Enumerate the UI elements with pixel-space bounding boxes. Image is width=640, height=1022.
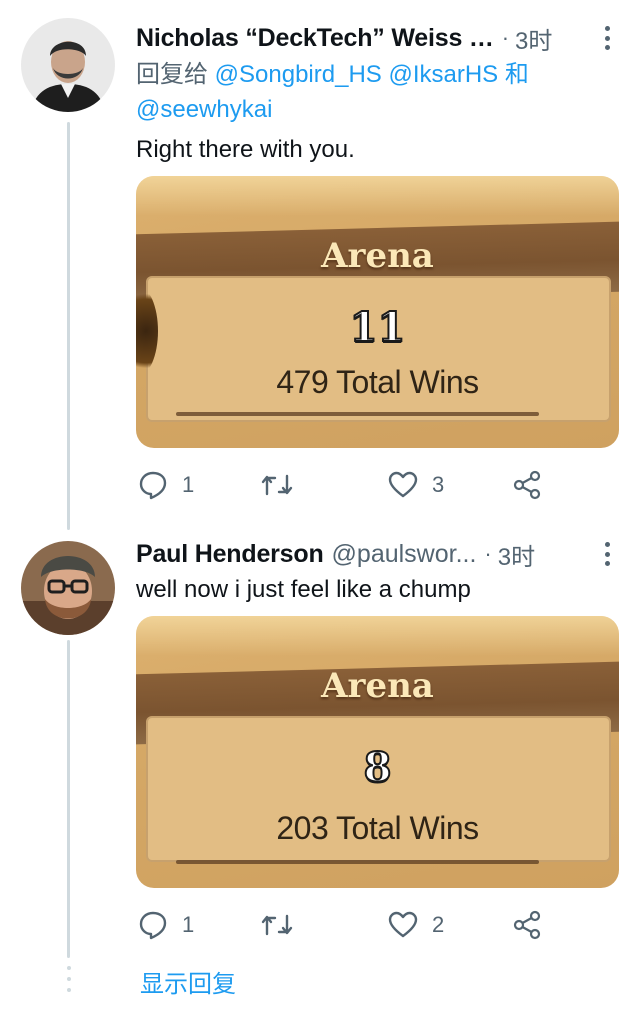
- tweet-text: Right there with you.: [136, 136, 355, 163]
- retweet-button[interactable]: [260, 468, 308, 502]
- separator-dot: ·: [501, 25, 510, 50]
- timestamp[interactable]: 3时: [515, 21, 552, 56]
- reply-icon: [139, 471, 167, 500]
- image-wins-count: 8: [363, 743, 393, 792]
- retweet-button[interactable]: [260, 908, 308, 942]
- thread-continuation-dots: [66, 966, 72, 992]
- user-handle[interactable]: @paulswor...: [332, 540, 477, 569]
- image-title: Arena: [321, 236, 434, 276]
- timestamp[interactable]: 3时: [498, 537, 535, 572]
- share-icon: [513, 910, 541, 940]
- tweet-actions: 1 3: [136, 468, 556, 502]
- reply-context: 回复给 @Songbird_HS @IksarHS 和 @seewhykai: [136, 57, 606, 127]
- like-count: 3: [432, 472, 445, 497]
- image-wins-count: 11: [349, 303, 407, 352]
- show-replies-link[interactable]: 显示回复: [140, 964, 236, 999]
- share-icon: [513, 470, 541, 500]
- avatar[interactable]: [21, 18, 115, 112]
- mention-link[interactable]: @IksarHS: [388, 61, 498, 88]
- image-title: Arena: [321, 666, 434, 706]
- display-name[interactable]: Paul Henderson: [136, 540, 324, 569]
- share-button[interactable]: [512, 908, 542, 942]
- tweet-image[interactable]: Arena 8 203 Total Wins: [136, 616, 619, 888]
- image-highlight: [136, 616, 619, 656]
- tweet-text: well now i just feel like a chump: [136, 576, 471, 603]
- reply-button[interactable]: 1: [138, 908, 194, 942]
- mention-link[interactable]: @Songbird_HS: [215, 61, 382, 88]
- more-vertical-icon[interactable]: [604, 26, 610, 50]
- thread-line-top: [67, 122, 70, 530]
- like-button[interactable]: 2: [388, 908, 444, 942]
- retweet-icon: [261, 914, 293, 936]
- share-button[interactable]: [512, 468, 542, 502]
- like-button[interactable]: 3: [388, 468, 444, 502]
- separator-dot: ·: [484, 541, 492, 566]
- more-vertical-icon[interactable]: [604, 542, 610, 566]
- image-total-wins: 203 Total Wins: [276, 810, 479, 846]
- image-highlight: [136, 176, 619, 216]
- reply-icon: [139, 911, 167, 940]
- like-count: 2: [432, 912, 445, 937]
- thread-line-bottom: [67, 640, 70, 958]
- retweet-icon: [261, 474, 293, 496]
- reply-prefix: 回复给: [136, 61, 208, 88]
- heart-icon: [388, 911, 418, 938]
- image-underline: [176, 860, 539, 864]
- tweet-actions: 1 2: [136, 908, 556, 942]
- reply-count: 1: [182, 472, 195, 497]
- reply-joiner: 和: [504, 61, 529, 88]
- avatar[interactable]: [21, 541, 115, 635]
- image-underline: [176, 412, 539, 416]
- display-name[interactable]: Nicholas “DeckTech” Weiss …: [136, 24, 494, 53]
- tweet-image[interactable]: Arena 11 479 Total Wins: [136, 176, 619, 448]
- reply-count: 1: [182, 912, 195, 937]
- reply-button[interactable]: 1: [138, 468, 194, 502]
- mention-link[interactable]: @seewhykai: [136, 96, 272, 123]
- image-total-wins: 479 Total Wins: [276, 364, 479, 400]
- heart-icon: [388, 471, 418, 498]
